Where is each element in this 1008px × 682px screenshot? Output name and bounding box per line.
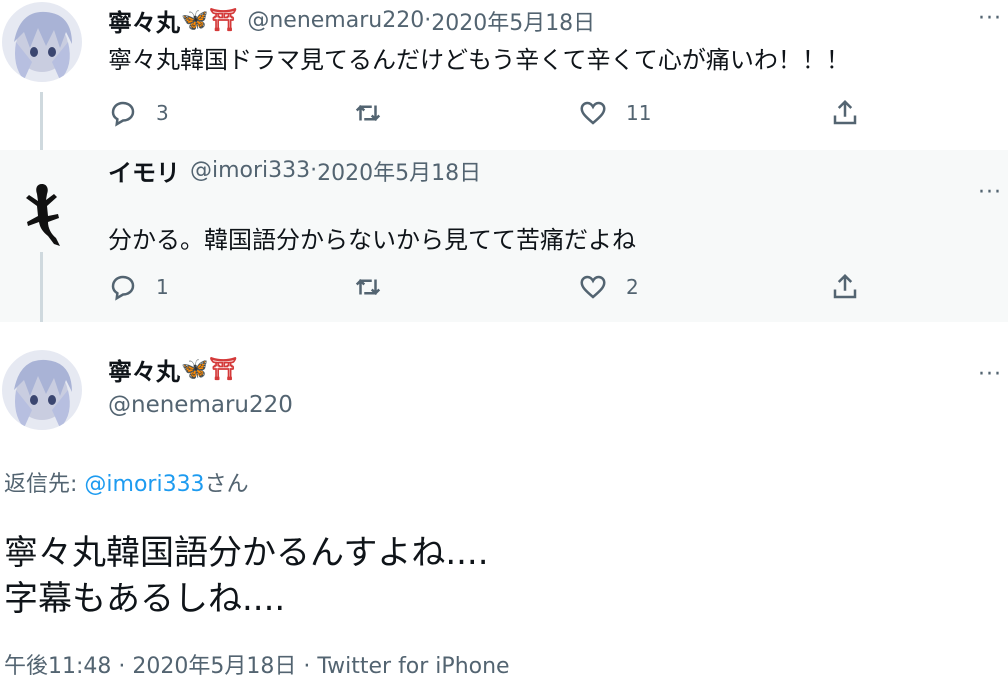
tweet-text-line: 寧々丸韓国語分かるんすよね.... bbox=[4, 533, 489, 573]
retweet-button[interactable] bbox=[353, 272, 401, 302]
avatar[interactable] bbox=[2, 2, 82, 82]
tweet-actions: 3 11 bbox=[108, 98, 888, 134]
display-name[interactable]: 寧々丸 bbox=[108, 352, 180, 387]
like-button[interactable]: 2 bbox=[578, 272, 639, 302]
retweet-icon bbox=[355, 278, 381, 296]
handle[interactable]: @imori333 bbox=[190, 158, 310, 183]
reply-count: 3 bbox=[156, 101, 169, 125]
torii-emoji: ⛩ bbox=[209, 356, 238, 382]
handle[interactable]: @nenemaru220 bbox=[108, 392, 293, 418]
share-icon bbox=[833, 99, 857, 125]
tweet-text: 寧々丸韓国語分かるんすよね.... 字幕もあるしね.... bbox=[4, 530, 489, 622]
like-count: 2 bbox=[626, 275, 639, 299]
share-button[interactable] bbox=[830, 272, 860, 302]
butterfly-emoji: 🦋 bbox=[181, 7, 209, 33]
tweet-header: 寧々丸 🦋 ⛩ @nenemaru220 · 2020年5月18日 bbox=[108, 3, 595, 38]
separator: · bbox=[424, 8, 432, 33]
timestamp[interactable]: 2020年5月18日 bbox=[317, 155, 481, 187]
reply-icon bbox=[111, 275, 135, 301]
avatar[interactable] bbox=[18, 182, 68, 248]
tweet-header: 寧々丸 🦋 ⛩ bbox=[108, 352, 237, 387]
like-button[interactable]: 11 bbox=[578, 98, 651, 128]
tweet-text: 分かる。韓国語分からないから見てて苦痛だよね bbox=[108, 226, 636, 254]
display-name[interactable]: 寧々丸 bbox=[108, 3, 180, 38]
more-icon[interactable]: ··· bbox=[978, 6, 1002, 31]
separator: · bbox=[310, 158, 318, 183]
torii-emoji: ⛩ bbox=[209, 7, 238, 33]
handle[interactable]: @nenemaru220 bbox=[247, 8, 424, 33]
tweet-footer-meta[interactable]: 午後11:48 · 2020年5月18日 · Twitter for iPhon… bbox=[4, 648, 510, 680]
reply-to-suffix: さん bbox=[204, 472, 249, 497]
tweet-text-line: 字幕もあるしね.... bbox=[4, 579, 286, 619]
tweet-text: 寧々丸韓国ドラマ見てるんだけどもう辛くて辛くて心が痛いわ！！！ bbox=[108, 46, 850, 74]
like-icon bbox=[580, 101, 606, 125]
share-button[interactable] bbox=[830, 98, 860, 128]
tweet-header: イモリ @imori333 · 2020年5月18日 bbox=[108, 153, 481, 188]
more-icon[interactable]: ··· bbox=[978, 180, 1002, 205]
tweet-actions: 1 2 bbox=[108, 272, 888, 308]
reply-button[interactable]: 1 bbox=[108, 272, 169, 302]
share-icon bbox=[833, 273, 857, 299]
reply-count: 1 bbox=[156, 275, 169, 299]
reply-to: 返信先: @imori333さん bbox=[4, 466, 249, 498]
display-name[interactable]: イモリ bbox=[108, 153, 180, 188]
tweet-nenemaru-1[interactable]: 寧々丸 🦋 ⛩ @nenemaru220 · 2020年5月18日 ··· 寧々… bbox=[0, 0, 1008, 150]
avatar[interactable] bbox=[2, 350, 82, 430]
more-icon[interactable]: ··· bbox=[978, 362, 1002, 387]
lizard-icon bbox=[26, 184, 60, 246]
reply-button[interactable]: 3 bbox=[108, 98, 169, 128]
reply-icon bbox=[111, 101, 135, 127]
like-icon bbox=[580, 275, 606, 299]
butterfly-emoji: 🦋 bbox=[181, 356, 209, 382]
timestamp[interactable]: 2020年5月18日 bbox=[431, 5, 595, 37]
like-count: 11 bbox=[626, 101, 652, 125]
reply-to-handle-link[interactable]: @imori333 bbox=[84, 472, 204, 497]
retweet-button[interactable] bbox=[353, 98, 401, 128]
reply-to-label: 返信先: bbox=[4, 472, 85, 497]
focused-tweet: 寧々丸 🦋 ⛩ @nenemaru220 ··· 返信先: @imori333さ… bbox=[0, 322, 1008, 682]
tweet-imori[interactable]: イモリ @imori333 · 2020年5月18日 ··· 分かる。韓国語分か… bbox=[0, 150, 1008, 322]
retweet-icon bbox=[355, 104, 381, 122]
